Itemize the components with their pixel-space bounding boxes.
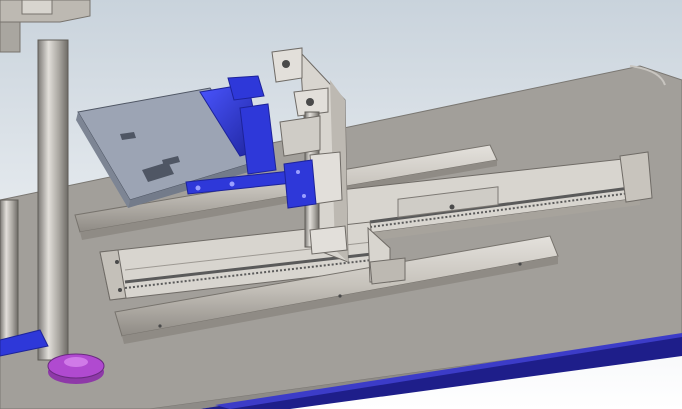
cad-3d-viewport[interactable] — [0, 0, 682, 409]
leveling-foot[interactable] — [47, 353, 105, 384]
assembly-scene[interactable] — [0, 0, 682, 409]
